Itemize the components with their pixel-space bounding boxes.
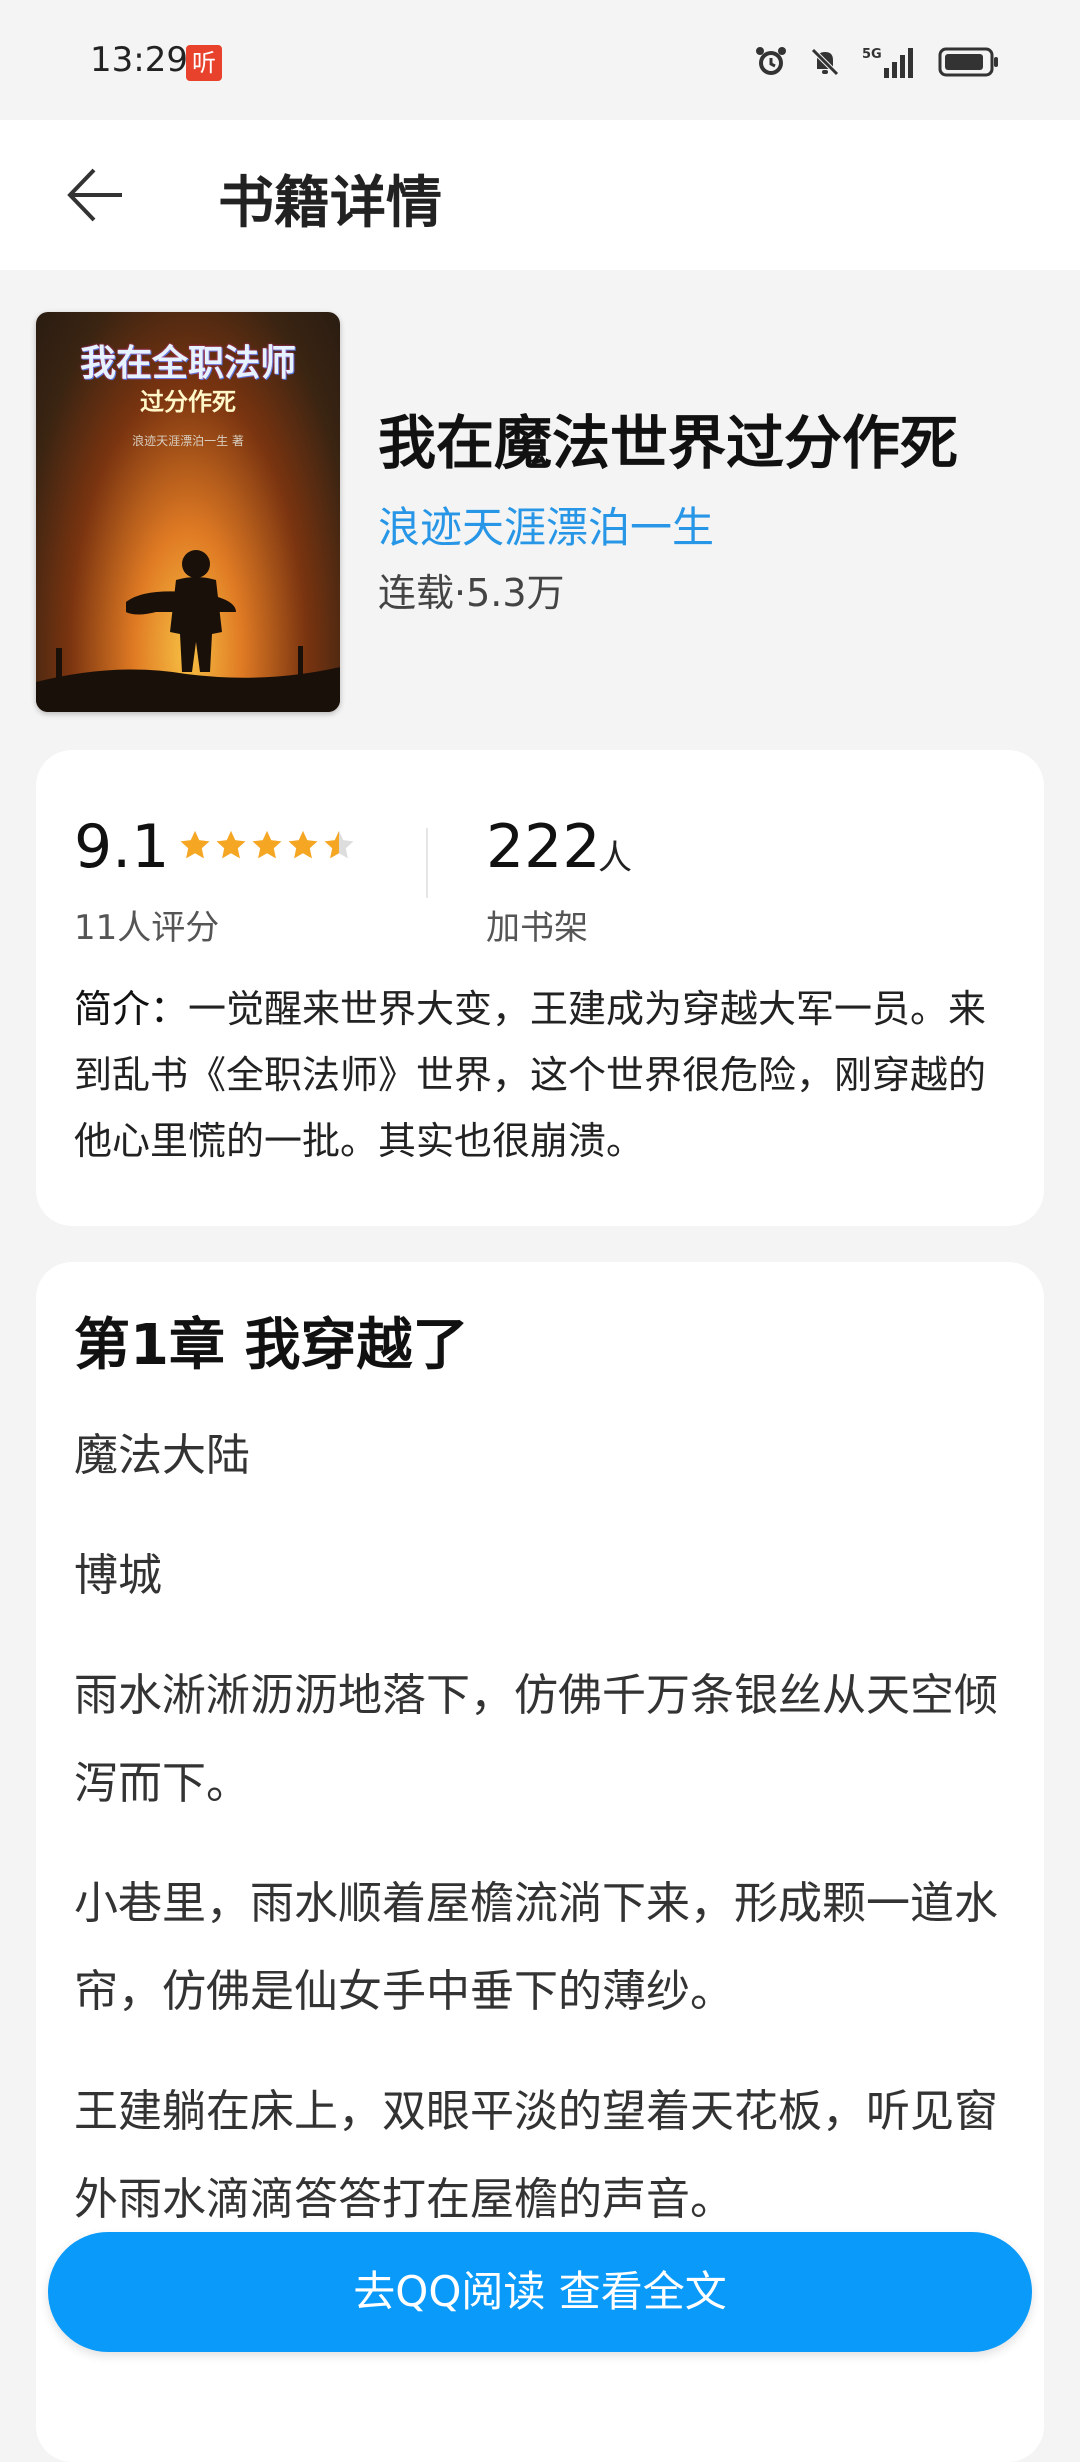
page-title: 书籍详情 [218, 171, 442, 236]
book-intro: 简介：一觉醒来世界大变，王建成为穿越大军一员。来到乱书《全职法师》世界，这个世界… [74, 976, 1014, 1174]
bookshelf-count: 222 [486, 812, 601, 882]
status-time: 13:29 [90, 40, 188, 80]
read-full-text-button[interactable]: 去QQ阅读 查看全文 [48, 2232, 1032, 2352]
star-icon [180, 830, 210, 859]
svg-text:5G: 5G [862, 47, 882, 62]
cover-silhouette-image [36, 550, 340, 712]
chapter-paragraph: 雨水淅淅沥沥地落下，仿佛千万条银丝从天空倾泻而下。 [74, 1670, 998, 1809]
signal-5g-icon: 5G [862, 44, 918, 84]
chapter-paragraph: 小巷里，雨水顺着屋檐流淌下来，形成颗一道水帘，仿佛是仙女手中垂下的薄纱。 [74, 1878, 998, 2017]
half-star-icon [324, 830, 354, 859]
star-icon [288, 830, 318, 859]
status-icons: 5G [754, 44, 1000, 84]
intro-label: 简介： [74, 987, 189, 1031]
arrow-left-icon [67, 168, 122, 222]
book-author-link[interactable]: 浪迹天涯漂泊一生 [378, 494, 714, 555]
back-button[interactable] [60, 160, 130, 230]
chapter-body: 魔法大陆 博城 雨水淅淅沥沥地落下，仿佛千万条银丝从天空倾泻而下。 小巷里，雨水… [74, 1412, 1014, 2276]
bookshelf-label: 加书架 [486, 908, 588, 948]
raters-count: 11人评分 [74, 908, 220, 948]
alarm-icon [754, 45, 788, 83]
status-bar: 13:29 听 5G [0, 0, 1080, 120]
star-icon [252, 830, 282, 859]
chapter-paragraph: 王建躺在床上，双眼平淡的望着天花板，听见窗外雨水滴滴答答打在屋檐的声音。 [74, 2086, 998, 2225]
book-title: 我在魔法世界过分作死 [378, 409, 959, 477]
app-header: 书籍详情 [0, 120, 1080, 270]
mute-bell-icon [808, 45, 842, 83]
battery-icon [938, 46, 1000, 82]
book-cover[interactable]: 我在全职法师 过分作死 浪迹天涯漂泊一生 著 [36, 312, 340, 712]
intro-text: 一觉醒来世界大变，王建成为穿越大军一员。来到乱书《全职法师》世界，这个世界很危险… [74, 987, 987, 1163]
stats-divider [426, 828, 428, 898]
rating-card: 9.1 11人评分 222 人 加书架 简介：一觉醒来世界大变，王建成为穿越大军… [36, 750, 1044, 1226]
bookshelf-unit: 人 [598, 838, 632, 878]
chapter-paragraph: 博城 [74, 1550, 162, 1601]
rating-score: 9.1 [74, 812, 170, 882]
star-icon [216, 830, 246, 859]
listen-badge-icon: 听 [186, 45, 222, 81]
chapter-paragraph: 魔法大陆 [74, 1430, 250, 1481]
book-meta: 连载·5.3万 [378, 571, 565, 615]
chapter-title: 第1章 我穿越了 [74, 1313, 469, 1378]
rating-stars [178, 828, 356, 862]
